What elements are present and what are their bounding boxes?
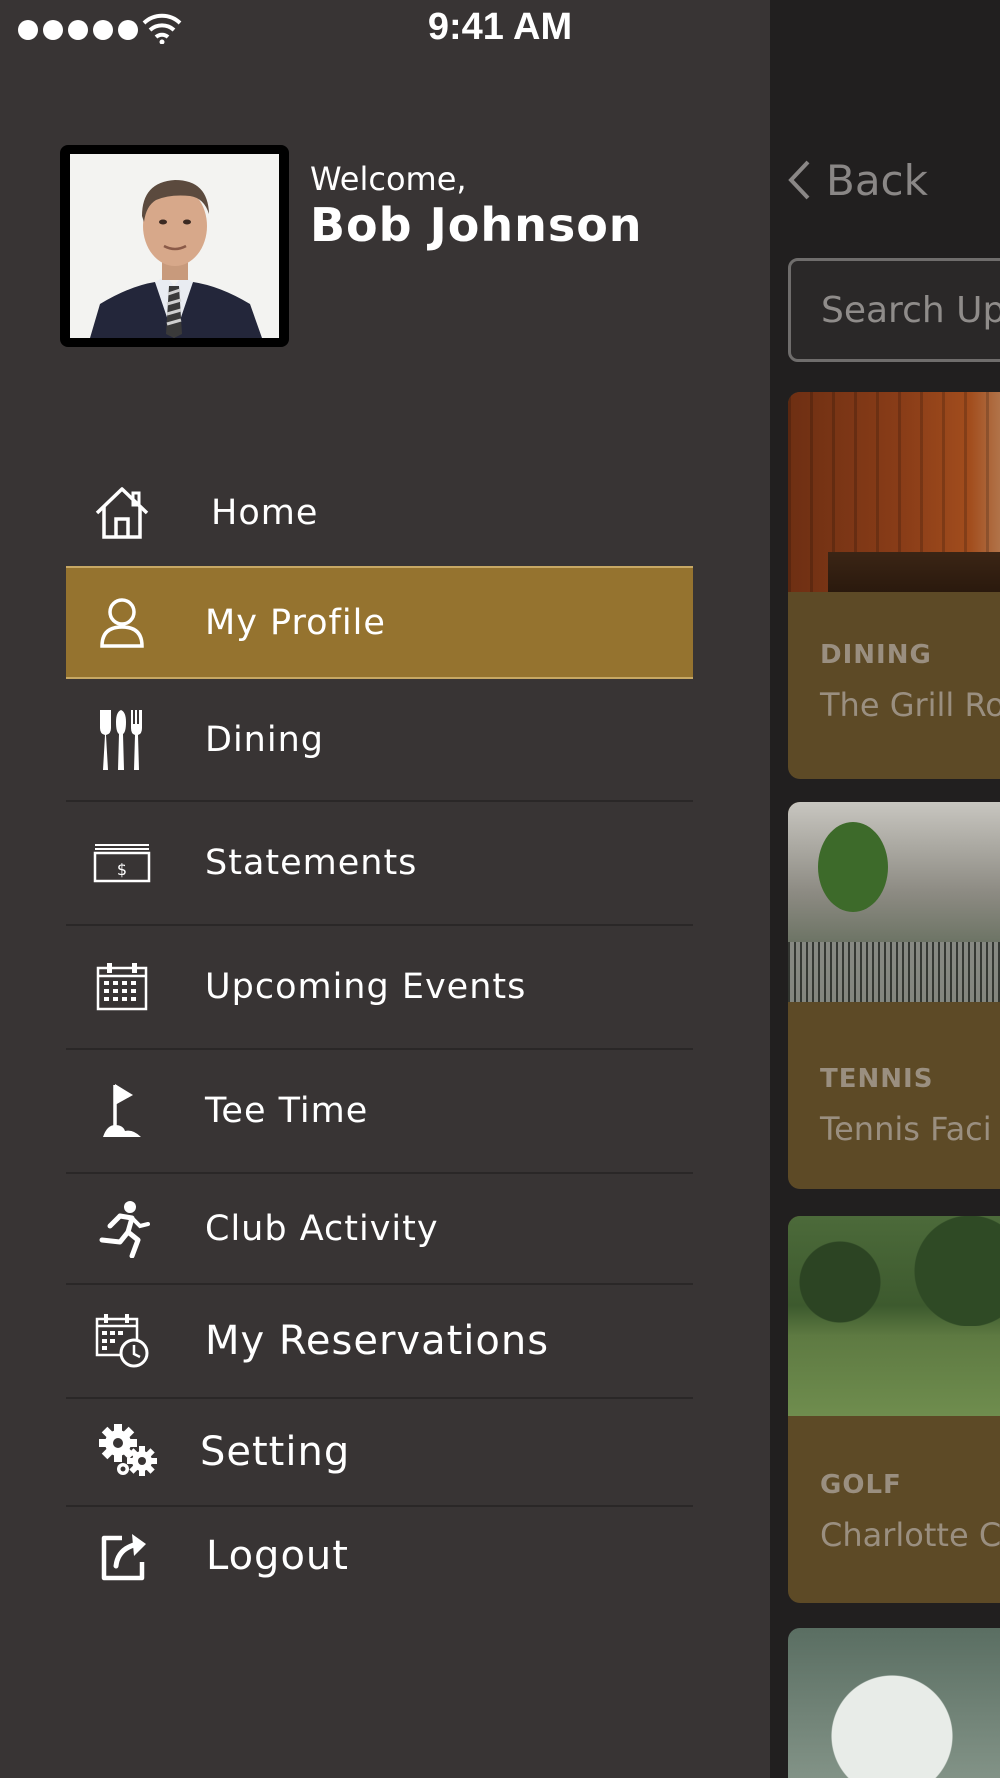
menu-label: Logout xyxy=(206,1533,349,1579)
statement-icon: $ xyxy=(92,833,152,893)
golf-photo xyxy=(788,1216,1000,1416)
dining-photo xyxy=(788,392,1000,592)
side-drawer: Welcome, Bob Johnson Home My Profile Din… xyxy=(0,0,770,1778)
menu-label: My Reservations xyxy=(205,1318,550,1364)
card-name: Charlotte C xyxy=(820,1516,1000,1554)
search-input[interactable] xyxy=(821,289,1000,331)
menu-item-setting[interactable]: Setting xyxy=(66,1399,693,1507)
menu-label: Upcoming Events xyxy=(205,967,527,1007)
menu-item-home[interactable]: Home xyxy=(66,459,693,567)
card-category: TENNIS xyxy=(820,1064,934,1094)
signal-strength-icon xyxy=(18,20,138,40)
person-portrait xyxy=(70,154,279,338)
facility-card-dining[interactable]: DINING The Grill Ro xyxy=(788,392,1000,779)
menu-item-logout[interactable]: Logout xyxy=(66,1507,693,1605)
food-photo xyxy=(788,1628,1000,1778)
card-name: The Grill Ro xyxy=(820,686,1000,724)
running-icon xyxy=(92,1199,152,1259)
svg-text:$: $ xyxy=(117,860,127,879)
menu-item-upcoming-events[interactable]: Upcoming Events xyxy=(66,926,693,1050)
menu-item-dining[interactable]: Dining xyxy=(66,679,693,802)
avatar[interactable] xyxy=(60,145,289,347)
menu-label: Club Activity xyxy=(205,1208,439,1249)
golf-flag-icon xyxy=(92,1081,152,1141)
card-category: DINING xyxy=(820,640,932,670)
profile-photo xyxy=(70,154,279,338)
user-icon xyxy=(92,593,152,653)
menu-label: My Profile xyxy=(205,602,386,643)
facility-card-tennis[interactable]: TENNIS Tennis Faci xyxy=(788,802,1000,1189)
user-name: Bob Johnson xyxy=(310,198,643,252)
menu-label: Tee Time xyxy=(205,1091,369,1131)
status-bar xyxy=(0,0,770,60)
background-screen: Back DINING The Grill Ro TENNIS Tennis F… xyxy=(770,0,1000,1778)
search-field[interactable] xyxy=(788,258,1000,362)
facility-card-golf[interactable]: GOLF Charlotte C xyxy=(788,1216,1000,1603)
menu-item-club-activity[interactable]: Club Activity xyxy=(66,1174,693,1285)
tennis-photo xyxy=(788,802,1000,1002)
menu-item-statements[interactable]: $ Statements xyxy=(66,802,693,926)
menu-item-my-profile[interactable]: My Profile xyxy=(66,566,693,679)
calendar-clock-icon xyxy=(92,1311,152,1371)
home-icon xyxy=(92,483,152,543)
back-label: Back xyxy=(826,155,928,205)
calendar-icon xyxy=(92,957,152,1017)
menu-label: Home xyxy=(211,493,319,533)
wifi-icon xyxy=(142,13,182,44)
menu-item-tee-time[interactable]: Tee Time xyxy=(66,1050,693,1174)
card-name: Tennis Faci xyxy=(820,1110,992,1148)
logout-icon xyxy=(96,1526,156,1586)
gears-icon xyxy=(98,1422,158,1482)
facility-card-partial[interactable] xyxy=(788,1628,1000,1778)
card-category: GOLF xyxy=(820,1470,902,1500)
chevron-left-icon xyxy=(788,160,810,200)
welcome-text: Welcome, xyxy=(310,160,467,198)
menu-item-my-reservations[interactable]: My Reservations xyxy=(66,1285,693,1399)
back-button[interactable]: Back xyxy=(788,150,928,210)
menu-label: Setting xyxy=(200,1429,351,1475)
menu-label: Statements xyxy=(205,843,418,883)
cutlery-icon xyxy=(92,709,152,770)
menu-label: Dining xyxy=(205,719,324,760)
